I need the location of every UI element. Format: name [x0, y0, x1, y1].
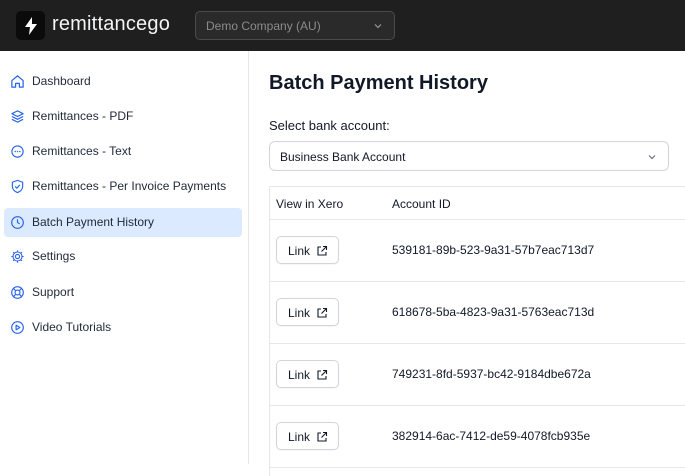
sidebar-item-video-tutorials[interactable]: Video Tutorials — [4, 313, 242, 342]
clock-icon — [11, 216, 24, 229]
sidebar-item-label: Batch Payment History — [32, 215, 155, 229]
bank-account-select-value: Business Bank Account — [280, 150, 406, 164]
sidebar-item-support[interactable]: Support — [4, 278, 242, 307]
external-link-icon — [317, 307, 328, 318]
view-in-xero-link-button[interactable]: Link — [276, 360, 339, 388]
sidebar-item-batch-payment-history[interactable]: Batch Payment History — [4, 208, 242, 237]
link-button-label: Link — [288, 430, 311, 444]
play-circle-icon — [11, 321, 24, 334]
batch-payment-table: View in Xero Account ID Link 539181-89b-… — [269, 186, 685, 476]
sidebar-item-label: Remittances - PDF — [32, 109, 134, 123]
app-logo-text[interactable]: remittancego — [52, 13, 170, 36]
lifebuoy-icon — [11, 286, 24, 299]
chevron-down-icon — [374, 24, 382, 29]
sidebar-item-dashboard[interactable]: Dashboard — [4, 67, 242, 96]
sidebar-item-label: Settings — [32, 249, 76, 263]
page-title: Batch Payment History — [269, 72, 488, 94]
layers-icon — [11, 110, 24, 123]
sidebar-item-label: Video Tutorials — [32, 320, 112, 334]
sidebar-item-label: Remittances - Text — [32, 144, 132, 158]
table-row: Link 382914-6ac-7412-de59-4078fcb935e — [270, 406, 685, 468]
table-row: Link 749231-8fd-5937-bc42-9184dbe672a — [270, 344, 685, 406]
sidebar-item-remittances-text[interactable]: Remittances - Text — [4, 137, 242, 166]
sidebar-item-label: Remittances - Per Invoice Payments — [32, 179, 227, 193]
link-button-label: Link — [288, 368, 311, 382]
home-icon — [11, 75, 24, 88]
account-id-cell: 382914-6ac-7412-de59-4078fcb935e — [392, 429, 591, 443]
top-bar: remittancego Demo Company (AU) — [0, 0, 685, 51]
link-button-label: Link — [288, 306, 311, 320]
chevron-down-icon — [648, 155, 656, 160]
view-in-xero-link-button[interactable]: Link — [276, 422, 339, 450]
view-in-xero-link-button[interactable]: Link — [276, 298, 339, 326]
account-id-cell: 618678-5ba-4823-9a31-5763eac713d — [392, 305, 595, 319]
link-button-label: Link — [288, 244, 311, 258]
gear-icon — [11, 250, 24, 263]
sidebar: Dashboard Remittances - PDF Remittances … — [0, 51, 249, 464]
company-select-value: Demo Company (AU) — [206, 19, 321, 33]
sidebar-item-remittances-pdf[interactable]: Remittances - PDF — [4, 102, 242, 131]
account-id-cell: 539181-89b-523-9a31-57b7eac713d7 — [392, 243, 595, 257]
sidebar-item-label: Dashboard — [32, 74, 91, 88]
external-link-icon — [317, 245, 328, 256]
table-row: Link 539181-89b-523-9a31-57b7eac713d7 — [270, 220, 685, 282]
view-in-xero-link-button[interactable]: Link — [276, 236, 339, 264]
sidebar-item-label: Support — [32, 285, 75, 299]
account-id-cell: 749231-8fd-5937-bc42-9184dbe672a — [392, 367, 591, 381]
external-link-icon — [317, 431, 328, 442]
main-content: Batch Payment History Select bank accoun… — [250, 51, 685, 476]
sidebar-item-settings[interactable]: Settings — [4, 242, 242, 271]
table-row: Link 618678-5ba-4823-9a31-5763eac713d — [270, 282, 685, 344]
external-link-icon — [317, 369, 328, 380]
sidebar-item-remittances-per-invoice[interactable]: Remittances - Per Invoice Payments — [4, 172, 242, 201]
column-header-account-id: Account ID — [392, 197, 451, 211]
lightning-bolt-icon[interactable] — [16, 11, 45, 40]
bank-account-label: Select bank account: — [269, 118, 390, 133]
shield-check-icon — [11, 179, 24, 194]
chat-bubble-icon — [11, 145, 24, 158]
company-select[interactable]: Demo Company (AU) — [195, 11, 395, 40]
column-header-view-in-xero: View in Xero — [276, 197, 344, 211]
bank-account-select[interactable]: Business Bank Account — [269, 141, 669, 171]
